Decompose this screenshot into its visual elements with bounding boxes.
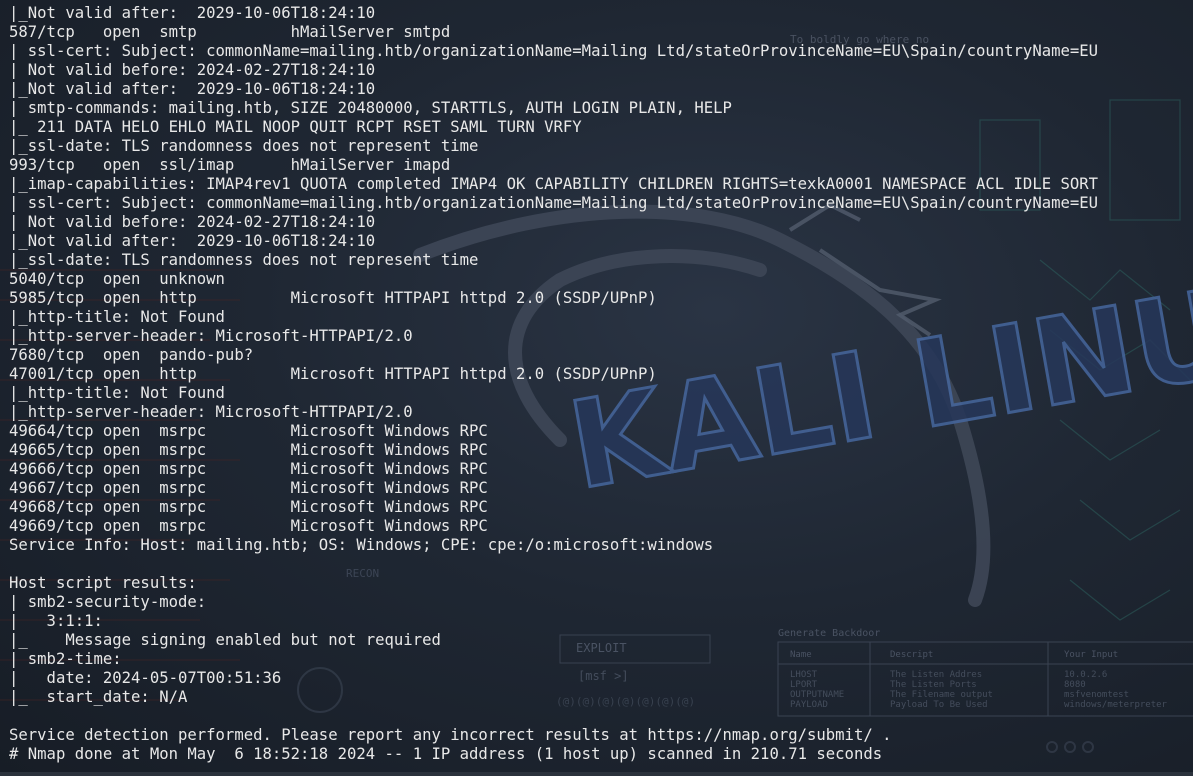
terminal-line: 49667/tcp open msrpc Microsoft Windows R… xyxy=(9,479,488,497)
terminal-line: | ssl-cert: Subject: commonName=mailing.… xyxy=(9,194,1099,212)
terminal-line: |_ 211 DATA HELO EHLO MAIL NOOP QUIT RCP… xyxy=(9,118,582,136)
terminal-line: |_http-title: Not Found xyxy=(9,308,225,326)
terminal-line: | smb2-time: xyxy=(9,650,122,668)
terminal-line: 5040/tcp open unknown xyxy=(9,270,225,288)
terminal-line: 49666/tcp open msrpc Microsoft Windows R… xyxy=(9,460,488,478)
terminal-line: # Nmap done at Mon May 6 18:52:18 2024 -… xyxy=(9,745,883,763)
terminal-line: 587/tcp open smtp hMailServer smtpd xyxy=(9,23,451,41)
terminal-line: |_Not valid after: 2029-10-06T18:24:10 xyxy=(9,232,376,250)
terminal-line: 993/tcp open ssl/imap hMailServer imapd xyxy=(9,156,451,174)
terminal-line: | ssl-cert: Subject: commonName=mailing.… xyxy=(9,42,1099,60)
terminal-line: 7680/tcp open pando-pub? xyxy=(9,346,254,364)
terminal-line: |_ start_date: N/A xyxy=(9,688,188,706)
terminal-line: 49669/tcp open msrpc Microsoft Windows R… xyxy=(9,517,488,535)
terminal-line: |_http-title: Not Found xyxy=(9,384,225,402)
terminal-line: 49668/tcp open msrpc Microsoft Windows R… xyxy=(9,498,488,516)
terminal-line: | smb2-security-mode: xyxy=(9,593,207,611)
terminal-line: |_ssl-date: TLS randomness does not repr… xyxy=(9,137,479,155)
terminal-line: | date: 2024-05-07T00:51:36 xyxy=(9,669,282,687)
terminal-line: | Not valid before: 2024-02-27T18:24:10 xyxy=(9,213,376,231)
terminal-line: 5985/tcp open http Microsoft HTTPAPI htt… xyxy=(9,289,657,307)
terminal-bottom-edge xyxy=(0,772,1193,776)
terminal-line: 49664/tcp open msrpc Microsoft Windows R… xyxy=(9,422,488,440)
terminal-output[interactable]: |_Not valid after: 2029-10-06T18:24:10 58… xyxy=(9,4,1189,772)
terminal-line: Service Info: Host: mailing.htb; OS: Win… xyxy=(9,536,714,554)
terminal-line: |_Not valid after: 2029-10-06T18:24:10 xyxy=(9,80,376,98)
terminal-line: |_http-server-header: Microsoft-HTTPAPI/… xyxy=(9,403,413,421)
terminal-line: | smtp-commands: mailing.htb, SIZE 20480… xyxy=(9,99,732,117)
terminal-line: 49665/tcp open msrpc Microsoft Windows R… xyxy=(9,441,488,459)
terminal-line: | 3:1:1: xyxy=(9,612,103,630)
terminal-line: |_http-server-header: Microsoft-HTTPAPI/… xyxy=(9,327,413,345)
terminal-line: Service detection performed. Please repo… xyxy=(9,726,892,744)
terminal-line: 47001/tcp open http Microsoft HTTPAPI ht… xyxy=(9,365,657,383)
terminal-line: |_ Message signing enabled but not requi… xyxy=(9,631,441,649)
terminal-line: |_imap-capabilities: IMAP4rev1 QUOTA com… xyxy=(9,175,1099,193)
terminal-line: |_Not valid after: 2029-10-06T18:24:10 xyxy=(9,4,376,22)
terminal-line: Host script results: xyxy=(9,574,197,592)
terminal-line: |_ssl-date: TLS randomness does not repr… xyxy=(9,251,479,269)
terminal-line: | Not valid before: 2024-02-27T18:24:10 xyxy=(9,61,376,79)
